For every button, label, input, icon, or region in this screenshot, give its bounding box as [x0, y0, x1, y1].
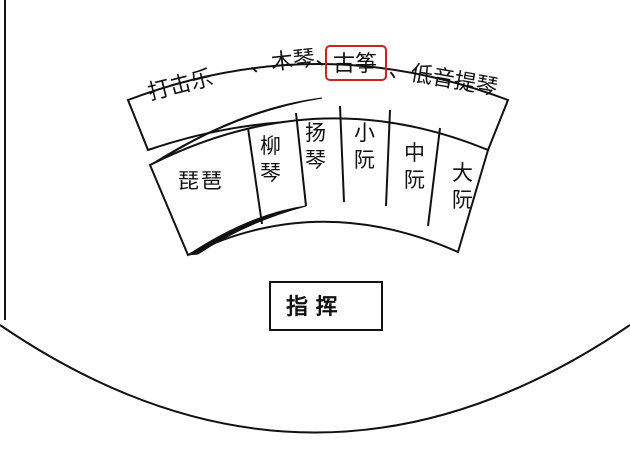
- seat-char: 中: [404, 141, 425, 165]
- seat-char: 柳: [260, 134, 281, 158]
- orchestra-seating-diagram: 打击乐 、木琴、 古筝 、低音提琴 琵琶 柳 琴 扬 琴 小 阮 中 阮 大 阮…: [0, 0, 630, 448]
- seat-char: 琴: [305, 148, 326, 172]
- conductor-label: 指 挥: [286, 294, 338, 320]
- seat-char: 小: [354, 121, 375, 145]
- outer-label-guzheng: 古筝: [333, 52, 377, 77]
- stage-arc: [0, 324, 630, 434]
- seat-char: 阮: [452, 188, 473, 212]
- seat-char: 扬: [305, 121, 326, 145]
- seat-char: 琴: [260, 161, 281, 185]
- seat-char: 阮: [404, 168, 425, 192]
- seat-pipa: 琵琶: [178, 169, 224, 193]
- seat-char: 阮: [354, 148, 375, 172]
- seat-char: 大: [452, 161, 473, 185]
